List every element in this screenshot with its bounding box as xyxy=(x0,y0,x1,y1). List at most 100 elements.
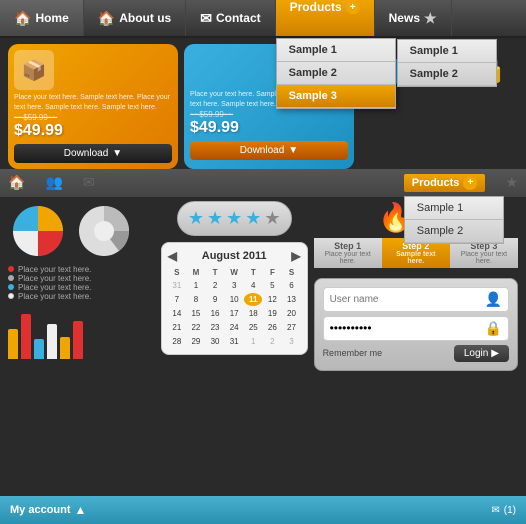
step-1[interactable]: Step 1 Place your text here. xyxy=(314,238,382,268)
cal-day-28[interactable]: 28 xyxy=(168,335,186,348)
card2-download-button[interactable]: Download ▼ xyxy=(190,141,348,160)
sep-products-text: Products xyxy=(412,177,460,189)
username-input[interactable] xyxy=(330,294,485,305)
cal-day-29[interactable]: 29 xyxy=(187,335,205,348)
card2-old-price: ~~$59.99~~ xyxy=(190,110,348,119)
cal-day-4[interactable]: 4 xyxy=(244,279,262,292)
star-3[interactable]: ★ xyxy=(226,208,242,229)
dropdown-sub-sample1[interactable]: Sample 1 xyxy=(398,40,496,63)
cal-month-label: August 2011 xyxy=(202,250,267,262)
bar-chart xyxy=(8,309,155,359)
cal-day-22[interactable]: 22 xyxy=(187,321,205,334)
cal-header-t2: T xyxy=(244,267,262,278)
cal-day-30[interactable]: 30 xyxy=(206,335,224,348)
legend-dot-4 xyxy=(8,293,14,299)
cal-day-20[interactable]: 20 xyxy=(282,307,300,320)
nav-contact[interactable]: ✉ Contact xyxy=(186,0,275,36)
dropdown-sub-sample2[interactable]: Sample 2 xyxy=(398,63,496,86)
cal-day-6[interactable]: 6 xyxy=(282,279,300,292)
star-5[interactable]: ★ xyxy=(264,208,280,229)
user-icon: 👤 xyxy=(485,291,502,308)
cal-day-3b[interactable]: 3 xyxy=(282,335,300,348)
password-input[interactable] xyxy=(330,321,485,335)
star-1[interactable]: ★ xyxy=(188,208,204,229)
download-icon-1: ▼ xyxy=(112,148,122,159)
nav-about[interactable]: 🏠 About us xyxy=(84,0,186,36)
sep-home-icon: 🏠 xyxy=(8,174,25,191)
cal-day-19[interactable]: 19 xyxy=(263,307,281,320)
dropdown-sample3[interactable]: Sample 3 xyxy=(277,85,395,108)
cal-day-1b[interactable]: 1 xyxy=(244,335,262,348)
cal-day-3[interactable]: 3 xyxy=(225,279,243,292)
dropdown-sub: Sample 1 Sample 2 xyxy=(397,39,497,87)
step-1-label: Step 1 xyxy=(320,241,376,251)
cal-day-15[interactable]: 15 xyxy=(187,307,205,320)
footer-chevron-icon: ▲ xyxy=(75,503,87,517)
cal-day-2b[interactable]: 2 xyxy=(263,335,281,348)
cal-prev-button[interactable]: ◀ xyxy=(168,249,177,263)
dropdown-sample1[interactable]: Sample 1 xyxy=(277,39,395,62)
nav-home-label: Home xyxy=(35,11,68,25)
card1-download-label: Download xyxy=(64,148,108,159)
footer-count: (1) xyxy=(504,505,516,516)
navbar: 🏠 Home 🏠 About us ✉ Contact Products + S… xyxy=(0,0,526,38)
footer-left[interactable]: My account ▲ xyxy=(10,503,86,517)
cal-day-7[interactable]: 7 xyxy=(168,293,186,306)
card2-download-label: Download xyxy=(240,145,284,156)
sep-products-area: Products + Sample 1 Sample 2 xyxy=(404,174,486,192)
footer-account-label: My account xyxy=(10,504,71,516)
cal-day-25[interactable]: 25 xyxy=(244,321,262,334)
cal-day-17[interactable]: 17 xyxy=(225,307,243,320)
pie-chart-1 xyxy=(8,201,68,261)
cal-day-11[interactable]: 11 xyxy=(244,293,262,306)
footer-mail-icon: ✉ xyxy=(491,505,499,516)
nav-products[interactable]: Products + Sample 1 Sample 2 Sample 3 Sa… xyxy=(276,0,375,36)
cal-header-s1: S xyxy=(168,267,186,278)
pie-chart-2 xyxy=(74,201,134,261)
cal-day-16[interactable]: 16 xyxy=(206,307,224,320)
cal-day-31[interactable]: 31 xyxy=(168,279,186,292)
password-row: 🔒 xyxy=(323,316,509,341)
cal-next-button[interactable]: ▶ xyxy=(291,249,300,263)
cal-day-1a[interactable]: 1 xyxy=(187,279,205,292)
cal-day-10[interactable]: 10 xyxy=(225,293,243,306)
stars-widget[interactable]: ★ ★ ★ ★ ★ xyxy=(177,201,292,236)
bar-3 xyxy=(34,339,44,359)
cal-day-12[interactable]: 12 xyxy=(263,293,281,306)
nav-products-plus: + xyxy=(346,0,360,14)
sep-products-label[interactable]: Products + xyxy=(404,174,486,192)
bar-5 xyxy=(60,337,70,359)
cal-day-24[interactable]: 24 xyxy=(225,321,243,334)
cal-day-21[interactable]: 21 xyxy=(168,321,186,334)
remember-label: Remember me xyxy=(323,348,383,358)
product-image-1: 📦 xyxy=(14,50,54,90)
nav-news[interactable]: News ★ xyxy=(375,0,452,36)
cal-day-13[interactable]: 13 xyxy=(282,293,300,306)
card1-price: $49.99 xyxy=(14,122,172,140)
charts-section: Place your text here. Place your text he… xyxy=(8,201,155,371)
cal-day-14[interactable]: 14 xyxy=(168,307,186,320)
cal-day-2[interactable]: 2 xyxy=(206,279,224,292)
cal-day-5[interactable]: 5 xyxy=(263,279,281,292)
card1-text: Place your text here. Sample text here. … xyxy=(14,93,172,113)
cal-day-9[interactable]: 9 xyxy=(206,293,224,306)
star-2[interactable]: ★ xyxy=(207,208,223,229)
dropdown-sample2[interactable]: Sample 2 xyxy=(277,62,395,85)
sep-dropdown-item1[interactable]: Sample 1 xyxy=(405,197,503,220)
username-row: 👤 xyxy=(323,287,509,312)
step-3-sub: Place your text here. xyxy=(456,251,512,265)
cal-day-31b[interactable]: 31 xyxy=(225,335,243,348)
cal-day-18[interactable]: 18 xyxy=(244,307,262,320)
legend-text-2: Place your text here. xyxy=(18,274,91,283)
card1-download-button[interactable]: Download ▼ xyxy=(14,144,172,163)
sep-star-icon: ★ xyxy=(505,174,518,191)
login-button[interactable]: Login ▶ xyxy=(454,345,509,362)
cal-day-26[interactable]: 26 xyxy=(263,321,281,334)
nav-home[interactable]: 🏠 Home xyxy=(0,0,84,36)
cal-day-27[interactable]: 27 xyxy=(282,321,300,334)
card1-old-price: ~~$59.99~~ xyxy=(14,113,172,122)
sep-dropdown-item2[interactable]: Sample 2 xyxy=(405,220,503,243)
cal-day-8[interactable]: 8 xyxy=(187,293,205,306)
cal-day-23[interactable]: 23 xyxy=(206,321,224,334)
star-4[interactable]: ★ xyxy=(245,208,261,229)
